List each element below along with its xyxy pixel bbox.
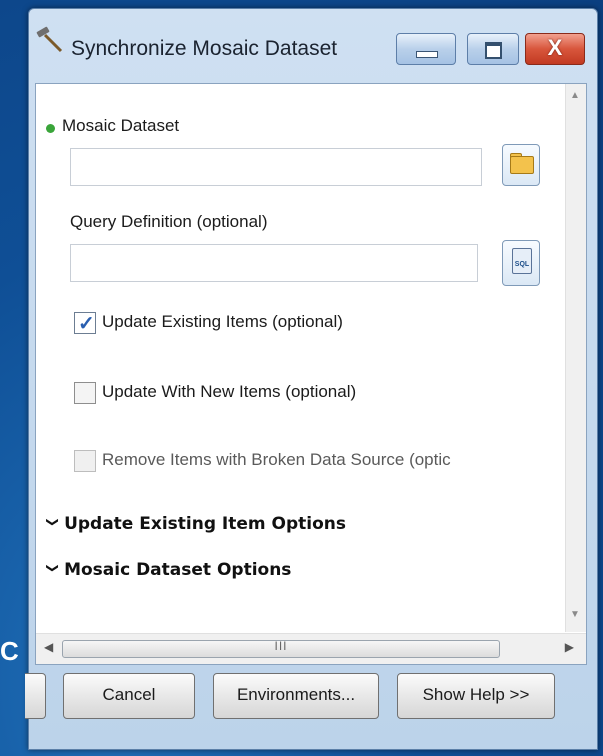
minimize-icon xyxy=(416,51,438,58)
scroll-down-icon[interactable]: ▼ xyxy=(570,609,580,620)
close-icon: X xyxy=(547,35,563,60)
horizontal-scrollbar[interactable]: ◀ III ▶ xyxy=(36,633,586,664)
checkmark-icon: ✓ xyxy=(78,313,95,335)
background-text: C xyxy=(0,636,19,666)
mosaic-dataset-options-label: Mosaic Dataset Options xyxy=(64,560,292,580)
sql-icon-text: SQL xyxy=(514,261,530,268)
update-existing-item-options-label: Update Existing Item Options xyxy=(64,514,347,534)
query-definition-input[interactable] xyxy=(70,244,478,282)
mosaic-dataset-options-section[interactable]: ❯ Mosaic Dataset Options xyxy=(46,560,292,580)
update-existing-items-label: Update Existing Items (optional) xyxy=(102,312,343,331)
update-existing-item-options-section[interactable]: ❯ Update Existing Item Options xyxy=(46,514,347,534)
minimize-button[interactable] xyxy=(396,33,456,65)
horizontal-scroll-thumb[interactable]: III xyxy=(62,639,500,658)
update-existing-items-checkbox[interactable]: ✓ xyxy=(74,312,96,335)
synchronize-mosaic-dataset-window: Synchronize Mosaic Dataset X Mosaic Data… xyxy=(25,8,598,750)
cancel-button[interactable]: Cancel xyxy=(63,673,195,719)
mosaic-dataset-input[interactable] xyxy=(70,148,482,186)
update-with-new-items-label: Update With New Items (optional) xyxy=(102,382,357,401)
remove-broken-items-label: Remove Items with Broken Data Source (op… xyxy=(102,450,451,469)
chevron-down-icon: ❯ xyxy=(46,516,61,528)
browse-button[interactable] xyxy=(502,144,540,186)
close-button[interactable]: X xyxy=(525,33,585,65)
ok-button-partial[interactable] xyxy=(25,673,46,719)
mosaic-dataset-label: Mosaic Dataset xyxy=(62,116,180,135)
sql-icon: SQL xyxy=(512,248,532,274)
folder-open-icon xyxy=(510,156,534,174)
maximize-icon xyxy=(485,42,502,59)
sql-builder-button[interactable]: SQL xyxy=(502,240,540,286)
scroll-up-icon[interactable]: ▲ xyxy=(570,90,580,101)
required-indicator-icon xyxy=(46,124,55,133)
query-definition-label: Query Definition (optional) xyxy=(70,212,268,231)
scroll-left-icon[interactable]: ◀ xyxy=(44,640,53,654)
chevron-down-icon: ❯ xyxy=(46,562,61,574)
tool-dialog-content: Mosaic Dataset Query Definition (optiona… xyxy=(35,83,587,665)
update-with-new-items-checkbox[interactable] xyxy=(74,382,96,404)
show-help-button[interactable]: Show Help >> xyxy=(397,673,555,719)
scroll-right-icon[interactable]: ▶ xyxy=(565,640,574,654)
environments-button[interactable]: Environments... xyxy=(213,673,379,719)
scroll-grip: III xyxy=(274,639,288,653)
title-bar[interactable]: Synchronize Mosaic Dataset X xyxy=(29,9,597,79)
vertical-scrollbar[interactable]: ▲ ▼ xyxy=(565,84,586,632)
hammer-icon xyxy=(36,26,63,53)
maximize-button[interactable] xyxy=(467,33,519,65)
remove-broken-items-checkbox xyxy=(74,450,96,472)
window-title: Synchronize Mosaic Dataset xyxy=(71,37,338,60)
